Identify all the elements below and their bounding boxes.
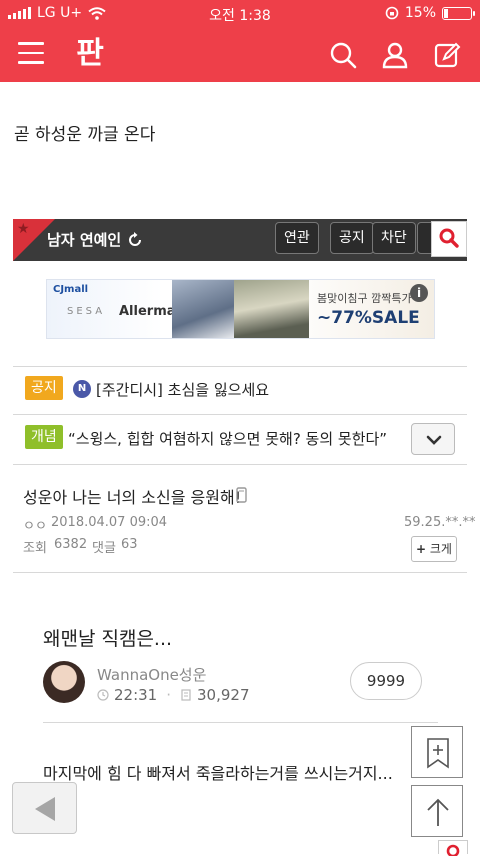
comments-label: 댓글: [92, 541, 116, 556]
app-logo[interactable]: 판: [70, 34, 110, 74]
new-badge: N: [73, 380, 91, 398]
mobile-icon: [236, 487, 247, 503]
card-count: 30,927: [197, 686, 250, 704]
scroll-top-button[interactable]: [411, 785, 463, 837]
board-search-button[interactable]: [431, 221, 467, 257]
ad-subtitle: 봄맞이침구 깜짝특가: [317, 292, 412, 305]
chevron-down-icon: [426, 435, 442, 445]
bookmark-add-icon: [427, 738, 449, 769]
plus-icon: +: [416, 542, 427, 556]
board-header: ★ 남자 연예인 연관 공지 차단: [13, 219, 467, 261]
ad-brand: CJmall: [53, 284, 89, 295]
ad-sesa: SESA: [67, 306, 106, 317]
board-title-label: 남자 연예인: [47, 231, 122, 249]
divider: [13, 414, 467, 415]
bookmark-button[interactable]: [411, 726, 463, 778]
document-icon: [181, 689, 191, 701]
back-arrow-icon: [35, 797, 55, 821]
ad-sale: ~77%SALE: [317, 308, 420, 328]
card-author[interactable]: WannaOne성운: [97, 664, 206, 685]
related-chip[interactable]: 연관: [275, 222, 319, 254]
ad-image-bed-1: [172, 280, 234, 338]
card-meta: 22:31 · 30,927: [97, 686, 250, 704]
separator-dot: ·: [166, 686, 172, 704]
back-button[interactable]: [12, 782, 77, 834]
board-title[interactable]: 남자 연예인: [47, 229, 143, 250]
card-time: 22:31: [114, 686, 158, 704]
concept-tag: 개념: [25, 425, 63, 449]
post-item-title[interactable]: 성운아 나는 너의 소신을 응원해!: [23, 484, 241, 508]
comments-count: 63: [121, 537, 138, 552]
divider: [13, 366, 467, 367]
menu-icon[interactable]: [18, 42, 44, 64]
divider: [13, 572, 467, 573]
likes-bubble[interactable]: 9999: [350, 662, 422, 700]
post-author: ㅇㅇ: [23, 519, 47, 534]
battery-percent: 15%: [404, 5, 436, 21]
info-icon[interactable]: i: [410, 284, 428, 302]
expand-button[interactable]: [411, 423, 455, 455]
status-right: 15%: [385, 5, 475, 21]
post-date: 2018.04.07 09:04: [51, 515, 168, 530]
ad-image-bed-2: [234, 280, 309, 338]
arrow-up-icon: [427, 798, 449, 826]
search-icon: [439, 228, 459, 248]
edit-icon[interactable]: [432, 40, 462, 70]
user-icon[interactable]: [380, 40, 410, 70]
next-card-title[interactable]: 마지막에 힘 다 빠져서 죽을라하는거를 쓰시는거지...: [43, 760, 393, 784]
views-count: 6382: [54, 537, 88, 552]
bigger-font-button[interactable]: + 크게: [411, 536, 457, 562]
search-icon[interactable]: [328, 40, 358, 70]
notice-chip[interactable]: 공지: [330, 222, 374, 254]
star-icon: ★: [17, 221, 30, 237]
notice-link[interactable]: [주간디시] 초심을 잃으세요: [96, 379, 269, 400]
divider: [43, 722, 438, 723]
clock-icon: [97, 689, 109, 701]
notice-tag: 공지: [25, 376, 63, 400]
battery-icon: [442, 6, 475, 20]
post-body-text: 곧 하성운 까글 온다: [14, 125, 156, 145]
divider: [13, 464, 467, 465]
refresh-icon[interactable]: [127, 231, 143, 248]
ad-banner[interactable]: CJmall SESA Allerman 봄맞이침구 깜짝특가 ~77%SALE…: [46, 279, 435, 339]
views-label: 조회: [23, 541, 47, 556]
concept-link[interactable]: “스윙스, 힙합 여혐하지 않으면 못해? 동의 못한다”: [68, 428, 387, 449]
rotation-lock-icon: [385, 6, 399, 20]
status-bar: LG U+ 오전 1:38 15%: [0, 0, 480, 28]
partial-search-button[interactable]: [438, 840, 468, 858]
avatar[interactable]: [43, 661, 85, 703]
post-ip: 59.25.**.**: [404, 515, 476, 530]
block-chip[interactable]: 차단: [372, 222, 416, 254]
bigger-label: 크게: [429, 542, 452, 556]
app-header: 판: [0, 28, 480, 82]
card-title[interactable]: 왜맨날 직캠은...: [43, 624, 172, 651]
